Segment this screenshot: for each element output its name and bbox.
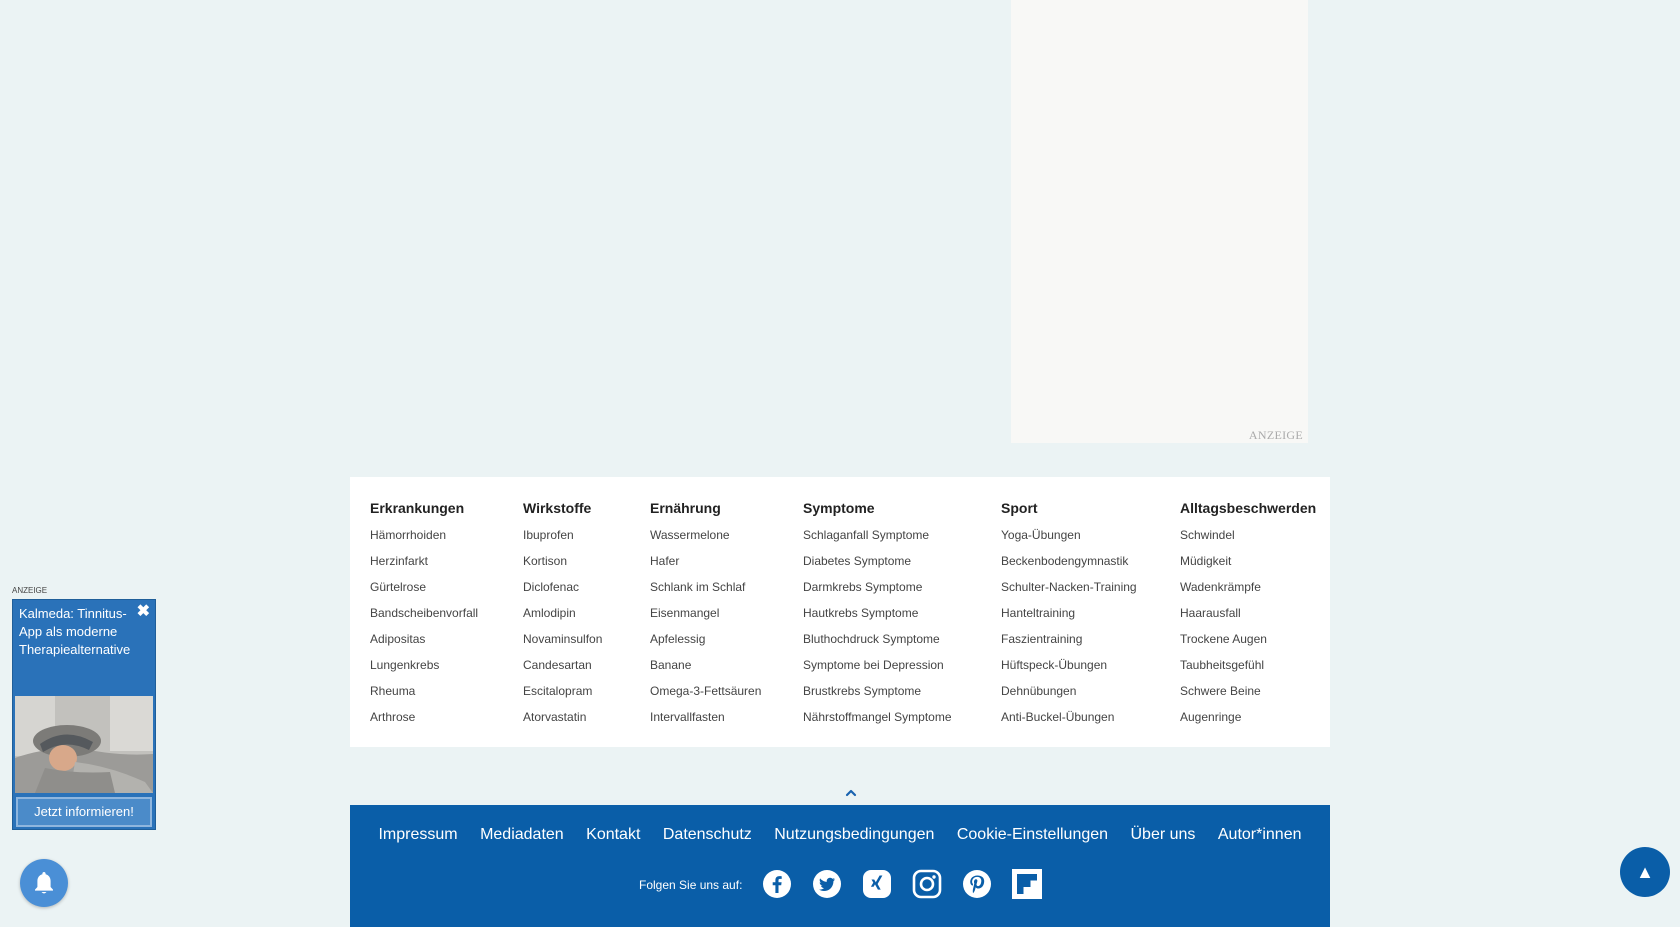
column-link[interactable]: Ibuprofen <box>523 528 574 542</box>
column-link[interactable]: Lungenkrebs <box>370 658 439 672</box>
column-link[interactable]: Hafer <box>650 554 679 568</box>
column-title: Ernährung <box>650 500 721 516</box>
column-link[interactable]: Banane <box>650 658 691 672</box>
site-footer: Impressum Mediadaten Kontakt Datenschutz… <box>350 805 1330 927</box>
column-title: Symptome <box>803 500 875 516</box>
side-ad-title[interactable]: Kalmeda: Tinnitus-App als moderne Therap… <box>19 605 139 659</box>
xing-icon[interactable] <box>862 869 892 899</box>
follow-label: Folgen Sie uns auf: <box>639 878 743 892</box>
column-link[interactable]: Bandscheibenvorfall <box>370 606 478 620</box>
column-link[interactable]: Hanteltraining <box>1001 606 1075 620</box>
footer-link-impressum[interactable]: Impressum <box>378 826 457 844</box>
footer-link-datenschutz[interactable]: Datenschutz <box>663 826 752 844</box>
side-ad[interactable]: Kalmeda: Tinnitus-App als moderne Therap… <box>12 599 156 830</box>
side-ad-label: ANZEIGE <box>12 586 48 595</box>
column-link[interactable]: Dehnübungen <box>1001 684 1076 698</box>
column-link[interactable]: Candesartan <box>523 658 592 672</box>
column-link[interactable]: Gürtelrose <box>370 580 426 594</box>
column-link[interactable]: Intervallfasten <box>650 710 725 724</box>
twitter-icon[interactable] <box>812 869 842 899</box>
column-link[interactable]: Eisenmangel <box>650 606 719 620</box>
column-link[interactable]: Hautkrebs Symptome <box>803 606 918 620</box>
footer-link-panel: Erkrankungen Hämorrhoiden Herzinfarkt Gü… <box>350 477 1330 747</box>
column-link[interactable]: Bluthochdruck Symptome <box>803 632 940 646</box>
column-link[interactable]: Diclofenac <box>523 580 579 594</box>
column-link[interactable]: Wassermelone <box>650 528 730 542</box>
column-link[interactable]: Wadenkrämpfe <box>1180 580 1261 594</box>
close-icon[interactable]: ✖ <box>137 604 150 620</box>
footer-link-cookie-einstellungen[interactable]: Cookie-Einstellungen <box>957 826 1108 844</box>
column-link[interactable]: Schwindel <box>1180 528 1235 542</box>
pinterest-icon[interactable] <box>962 869 992 899</box>
column-link[interactable]: Schulter-Nacken-Training <box>1001 580 1137 594</box>
column-link[interactable]: Brustkrebs Symptome <box>803 684 921 698</box>
column-link[interactable]: Symptome bei Depression <box>803 658 944 672</box>
side-ad-cta-button[interactable]: Jetzt informieren! <box>16 797 152 827</box>
scroll-to-top-button[interactable]: ▲ <box>1620 847 1670 897</box>
column-link[interactable]: Haarausfall <box>1180 606 1241 620</box>
column-link[interactable]: Kortison <box>523 554 567 568</box>
column-title: Alltagsbeschwerden <box>1180 500 1317 516</box>
column-link[interactable]: Atorvastatin <box>523 710 586 724</box>
column-link[interactable]: Escitalopram <box>523 684 592 698</box>
footer-nav: Impressum Mediadaten Kontakt Datenschutz… <box>350 826 1330 844</box>
column-link[interactable]: Schlaganfall Symptome <box>803 528 929 542</box>
column-link[interactable]: Nährstoffmangel Symptome <box>803 710 952 724</box>
column-title: Sport <box>1001 500 1038 516</box>
column-link[interactable]: Arthrose <box>370 710 415 724</box>
column-link[interactable]: Herzinfarkt <box>370 554 428 568</box>
arrow-up-icon: ▲ <box>1636 862 1654 882</box>
column-link[interactable]: Yoga-Übungen <box>1001 528 1081 542</box>
footer-link-mediadaten[interactable]: Mediadaten <box>480 826 564 844</box>
footer-link-autorinnen[interactable]: Autor*innen <box>1218 826 1302 844</box>
footer-link-nutzungsbedingungen[interactable]: Nutzungsbedingungen <box>774 826 934 844</box>
column-link[interactable]: Trockene Augen <box>1180 632 1267 646</box>
column-link[interactable]: Diabetes Symptome <box>803 554 911 568</box>
notification-bell-button[interactable] <box>20 859 68 907</box>
side-ad-image[interactable] <box>15 696 153 793</box>
column-link[interactable]: Apfelessig <box>650 632 705 646</box>
column-link[interactable]: Amlodipin <box>523 606 576 620</box>
column-link[interactable]: Faszientraining <box>1001 632 1082 646</box>
column-link[interactable]: Rheuma <box>370 684 415 698</box>
column-link[interactable]: Hämorrhoiden <box>370 528 446 542</box>
column-link[interactable]: Omega-3-Fettsäuren <box>650 684 761 698</box>
column-link[interactable]: Beckenbodengymnastik <box>1001 554 1128 568</box>
column-link[interactable]: Müdigkeit <box>1180 554 1231 568</box>
column-link[interactable]: Novaminsulfon <box>523 632 602 646</box>
chevron-up-icon[interactable] <box>843 786 859 800</box>
column-link[interactable]: Adipositas <box>370 632 425 646</box>
top-ad-box[interactable]: ANZEIGE <box>1011 0 1308 443</box>
flipboard-icon[interactable] <box>1012 869 1042 899</box>
footer-link-ueber-uns[interactable]: Über uns <box>1131 826 1196 844</box>
bell-icon <box>35 872 53 894</box>
footer-link-kontakt[interactable]: Kontakt <box>586 826 640 844</box>
column-title: Wirkstoffe <box>523 500 592 516</box>
column-link[interactable]: Augenringe <box>1180 710 1241 724</box>
column-link[interactable]: Schwere Beine <box>1180 684 1261 698</box>
column-link[interactable]: Hüftspeck-Übungen <box>1001 658 1107 672</box>
column-title: Erkrankungen <box>370 500 465 516</box>
column-link[interactable]: Darmkrebs Symptome <box>803 580 922 594</box>
column-link[interactable]: Schlank im Schlaf <box>650 580 745 594</box>
column-link[interactable]: Anti-Buckel-Übungen <box>1001 710 1114 724</box>
ad-label: ANZEIGE <box>1248 428 1303 442</box>
facebook-icon[interactable] <box>762 869 792 899</box>
column-link[interactable]: Taubheitsgefühl <box>1180 658 1264 672</box>
instagram-icon[interactable] <box>912 869 942 899</box>
